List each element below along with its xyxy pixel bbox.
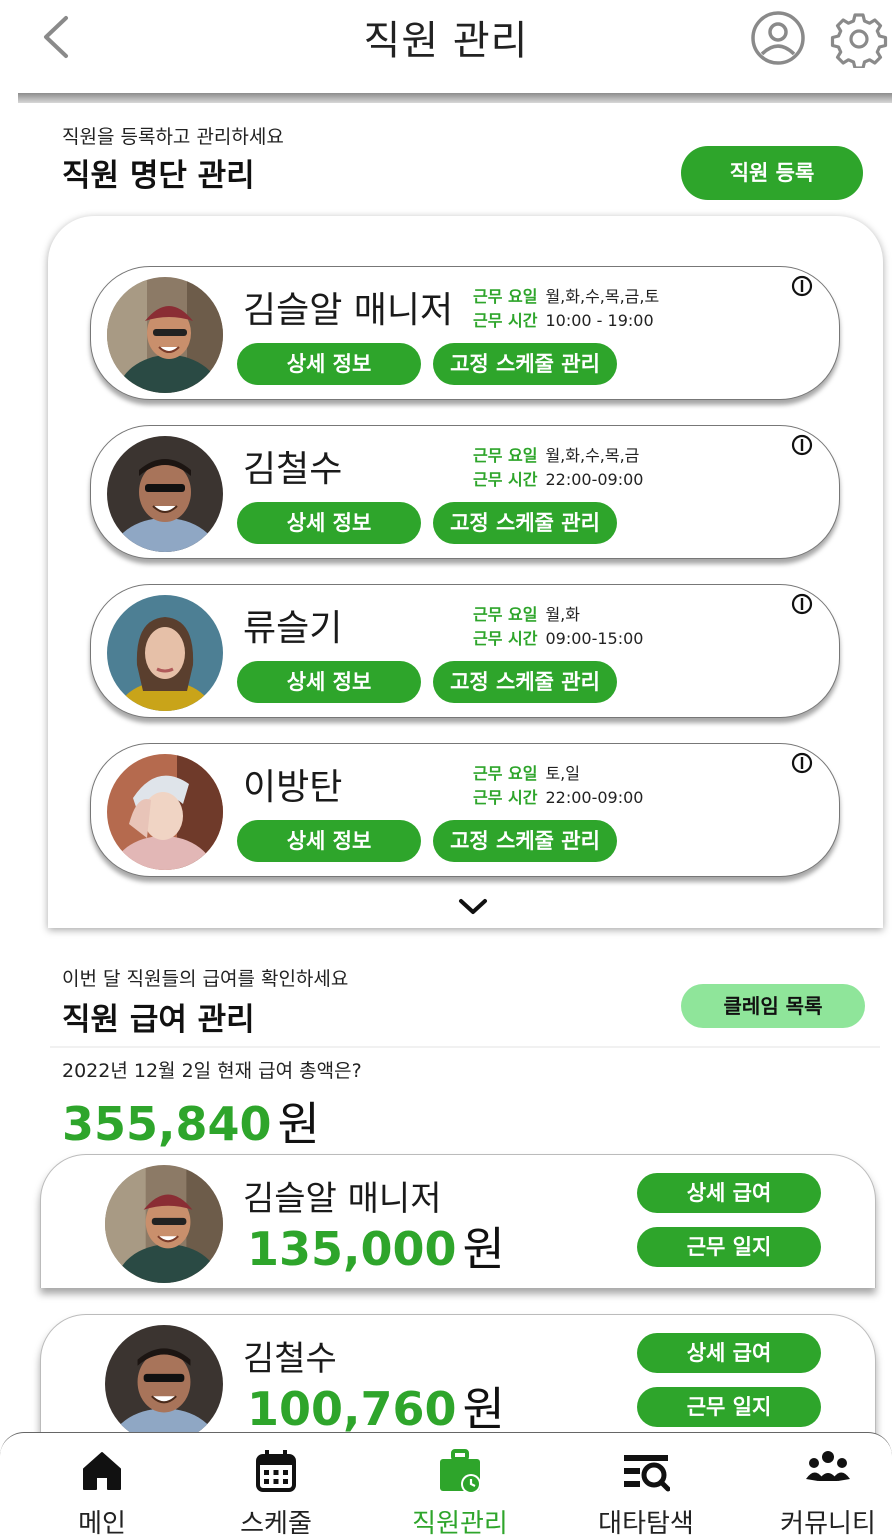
detail-info-button[interactable]: 상세 정보	[237, 820, 421, 862]
detail-info-button[interactable]: 상세 정보	[237, 502, 421, 544]
roster-subtitle: 직원을 등록하고 관리하세요	[62, 126, 284, 148]
calendar-icon	[256, 1450, 296, 1492]
section-divider	[50, 1046, 880, 1048]
employee-avatar	[107, 754, 223, 870]
employee-card: 김철수 근무 요일 월,화,수,목,금 근무 시간 22:00-09:00 상세 정…	[90, 425, 840, 559]
work-days-value: 월,화	[545, 605, 580, 624]
pay-detail-button[interactable]: 상세 급여	[637, 1333, 821, 1373]
header-divider	[18, 93, 892, 103]
work-hours-value: 22:00-09:00	[545, 788, 644, 807]
settings-gear-icon[interactable]	[830, 10, 888, 68]
work-hours-value: 09:00-15:00	[545, 629, 644, 648]
work-days-value: 토,일	[545, 764, 580, 783]
employee-card: 류슬기 근무 요일 월,화 근무 시간 09:00-15:00 상세 정보 고정 스…	[90, 584, 840, 718]
currency-unit: 원	[462, 1382, 505, 1436]
detail-info-button[interactable]: 상세 정보	[237, 661, 421, 703]
home-icon	[83, 1452, 121, 1490]
info-icon[interactable]	[791, 434, 813, 456]
pay-amount-value: 135,000	[247, 1222, 457, 1276]
total-amount-value: 355,840	[62, 1097, 272, 1151]
currency-unit: 원	[462, 1222, 505, 1276]
nav-item-schedule[interactable]: 스케줄	[206, 1447, 346, 1537]
nav-item-community[interactable]: 커뮤니티	[758, 1447, 892, 1537]
nav-item-staff[interactable]: 직원관리	[390, 1447, 530, 1537]
employee-avatar	[107, 436, 223, 552]
currency-unit: 원	[277, 1097, 320, 1151]
employee-name: 류슬기	[243, 608, 343, 649]
nav-label: 스케줄	[240, 1509, 312, 1537]
work-log-button[interactable]: 근무 일지	[637, 1227, 821, 1267]
nav-label: 대타탐색	[598, 1509, 694, 1537]
work-days-label: 근무 요일	[473, 446, 538, 465]
fixed-schedule-button[interactable]: 고정 스케줄 관리	[433, 820, 617, 862]
list-search-icon	[624, 1455, 670, 1492]
employee-work-info: 근무 요일 월,화 근무 시간 09:00-15:00	[473, 603, 643, 651]
pay-amount: 100,760 원	[247, 1373, 505, 1439]
pay-amount-value: 100,760	[247, 1382, 457, 1436]
bottom-navigation: 메인 스케줄 직원관리 대타탐색 커뮤니티	[0, 1432, 892, 1537]
register-employee-button[interactable]: 직원 등록	[681, 146, 863, 200]
pay-detail-button[interactable]: 상세 급여	[637, 1173, 821, 1213]
fixed-schedule-button[interactable]: 고정 스케줄 관리	[433, 661, 617, 703]
claims-list-button[interactable]: 클레임 목록	[681, 984, 865, 1028]
work-days-label: 근무 요일	[473, 605, 538, 624]
detail-info-button[interactable]: 상세 정보	[237, 343, 421, 385]
employee-work-info: 근무 요일 토,일 근무 시간 22:00-09:00	[473, 762, 643, 810]
payroll-card: 김철수 100,760 원 상세 급여 근무 일지	[40, 1314, 876, 1448]
profile-icon[interactable]	[750, 10, 806, 66]
work-hours-label: 근무 시간	[473, 311, 538, 330]
employee-avatar	[105, 1165, 223, 1283]
employee-card: 이방탄 근무 요일 토,일 근무 시간 22:00-09:00 상세 정보 고정 스…	[90, 743, 840, 877]
app-header: 직원 관리	[0, 0, 892, 96]
work-days-label: 근무 요일	[473, 287, 538, 306]
work-days-label: 근무 요일	[473, 764, 538, 783]
employee-card: 김슬알 매니저 근무 요일 월,화,수,목,금,토 근무 시간 10:00 - 19…	[90, 266, 840, 400]
employee-name: 김슬알 매니저	[243, 290, 454, 331]
employee-avatar	[107, 277, 223, 393]
work-hours-value: 22:00-09:00	[545, 470, 644, 489]
employee-work-info: 근무 요일 월,화,수,목,금,토 근무 시간 10:00 - 19:00	[473, 285, 659, 333]
work-days-value: 월,화,수,목,금	[545, 446, 640, 465]
work-hours-label: 근무 시간	[473, 629, 538, 648]
employee-avatar	[107, 595, 223, 711]
payroll-subtitle: 이번 달 직원들의 급여를 확인하세요	[62, 968, 349, 990]
work-days-value: 월,화,수,목,금,토	[545, 287, 660, 306]
info-icon[interactable]	[791, 275, 813, 297]
nav-label: 직원관리	[412, 1509, 508, 1537]
employee-work-info: 근무 요일 월,화,수,목,금 근무 시간 22:00-09:00	[473, 444, 643, 492]
briefcase-clock-icon	[440, 1449, 481, 1494]
nav-item-main[interactable]: 메인	[32, 1447, 172, 1537]
fixed-schedule-button[interactable]: 고정 스케줄 관리	[433, 502, 617, 544]
nav-label: 커뮤니티	[780, 1509, 876, 1537]
work-log-button[interactable]: 근무 일지	[637, 1387, 821, 1427]
nav-label: 메인	[78, 1509, 126, 1537]
pay-amount: 135,000 원	[247, 1213, 505, 1279]
employee-name: 이방탄	[243, 767, 343, 808]
info-icon[interactable]	[791, 593, 813, 615]
fixed-schedule-button[interactable]: 고정 스케줄 관리	[433, 343, 617, 385]
employee-name: 김철수	[243, 449, 343, 490]
employee-avatar	[105, 1325, 223, 1443]
work-hours-value: 10:00 - 19:00	[545, 311, 654, 330]
nav-item-substitute-search[interactable]: 대타탐색	[576, 1447, 716, 1537]
info-icon[interactable]	[791, 752, 813, 774]
total-pay-question: 2022년 12월 2일 현재 급여 총액은?	[62, 1060, 362, 1082]
total-pay-amount: 355,840 원	[62, 1088, 320, 1154]
payroll-title: 직원 급여 관리	[62, 1002, 255, 1038]
work-hours-label: 근무 시간	[473, 788, 538, 807]
expand-chevron-down-icon[interactable]	[456, 896, 490, 918]
roster-title: 직원 명단 관리	[62, 158, 255, 194]
people-icon	[806, 1451, 850, 1481]
payroll-card: 김슬알 매니저 135,000 원 상세 급여 근무 일지	[40, 1154, 876, 1288]
work-hours-label: 근무 시간	[473, 470, 538, 489]
